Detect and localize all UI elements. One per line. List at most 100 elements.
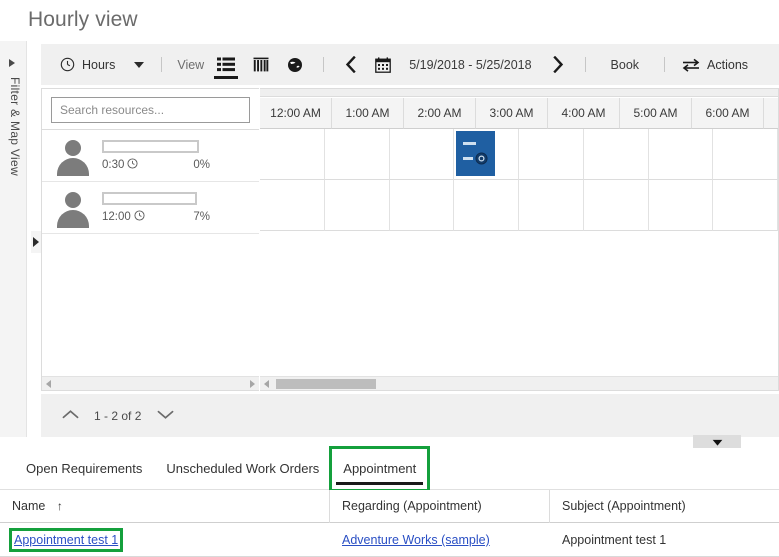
date-picker-button[interactable] xyxy=(367,44,399,85)
pager-range-label: 1 - 2 of 2 xyxy=(94,408,142,423)
resource-row[interactable]: 0:30 0% xyxy=(42,130,259,182)
resource-name-redacted xyxy=(102,191,197,205)
calendar-cell[interactable] xyxy=(713,180,778,231)
column-header-regarding[interactable]: Regarding (Appointment) xyxy=(330,490,550,523)
person-avatar-icon xyxy=(53,136,93,176)
view-mode-list-button[interactable] xyxy=(208,44,244,85)
calendar-cell[interactable] xyxy=(583,180,649,231)
calendar-cell[interactable] xyxy=(454,180,519,231)
view-mode-map-button[interactable] xyxy=(278,44,312,85)
hour-header-cell: 1:00 AM xyxy=(332,98,404,129)
table-row[interactable]: Appointment test 1 Adventure Works (samp… xyxy=(0,523,779,557)
appointment-badge-icon xyxy=(475,152,488,165)
resource-utilization: 7% xyxy=(193,210,210,223)
calendar-cell[interactable] xyxy=(519,180,584,231)
chevron-down-icon xyxy=(157,407,174,425)
gantt-columns-icon xyxy=(253,57,269,72)
chevron-right-icon xyxy=(552,56,564,73)
resource-hours-value: 12:00 xyxy=(102,210,131,223)
grid-header-row: Name ↑ Regarding (Appointment) Subject (… xyxy=(0,490,779,523)
calendar-row xyxy=(260,180,778,231)
column-header-label: Regarding (Appointment) xyxy=(342,499,482,513)
calendar-cell[interactable] xyxy=(324,180,390,231)
calendar-cell[interactable] xyxy=(648,129,714,180)
calendar-cell[interactable] xyxy=(324,129,390,180)
resource-hours-value: 0:30 xyxy=(102,158,125,171)
resources-list: 0:30 0% 12:00 7% xyxy=(42,130,259,376)
scroll-right-icon[interactable] xyxy=(250,380,255,388)
pager-previous-button[interactable] xyxy=(54,400,86,432)
collapse-resources-handle[interactable] xyxy=(31,231,41,253)
calendar-cell[interactable] xyxy=(260,129,325,180)
calendar-cell[interactable] xyxy=(648,180,714,231)
person-avatar-icon xyxy=(53,188,93,228)
actions-label: Actions xyxy=(707,57,749,72)
calendar-cell[interactable] xyxy=(454,129,519,180)
view-mode-gantt-button[interactable] xyxy=(244,44,278,85)
calendar-cell[interactable] xyxy=(713,129,778,180)
hour-header-cell: 4:00 AM xyxy=(548,98,620,129)
column-header-label: Subject (Appointment) xyxy=(562,499,686,513)
hours-unit-dropdown[interactable] xyxy=(122,44,150,85)
calendar-horizontal-scrollbar[interactable] xyxy=(260,376,778,390)
toolbar-divider-3 xyxy=(584,57,586,72)
book-button[interactable]: Book xyxy=(597,44,654,85)
calendar-cell[interactable] xyxy=(389,129,455,180)
tab-unscheduled-work-orders[interactable]: Unscheduled Work Orders xyxy=(154,448,331,490)
cell-name: Appointment test 1 xyxy=(0,523,330,557)
hours-unit-selector[interactable]: Hours xyxy=(53,44,122,85)
clock-icon xyxy=(127,157,138,172)
appointments-grid: Name ↑ Regarding (Appointment) Subject (… xyxy=(0,490,779,557)
scroll-left-icon[interactable] xyxy=(264,380,269,388)
scheduler-toolbar: Hours View 5/19/2018 - 5/25/2018 Book Ac… xyxy=(41,44,779,85)
appointment-name-link[interactable]: Appointment test 1 xyxy=(8,528,124,552)
calendar-row xyxy=(260,129,778,180)
clock-icon xyxy=(134,209,145,224)
scroll-thumb[interactable] xyxy=(276,379,376,389)
sort-ascending-icon: ↑ xyxy=(56,499,63,513)
resource-meta: 12:00 7% xyxy=(102,191,212,224)
chevron-left-icon xyxy=(345,56,357,73)
scroll-left-icon[interactable] xyxy=(46,380,51,388)
tab-appointment[interactable]: Appointment xyxy=(329,445,431,492)
calendar-top-strip xyxy=(260,89,778,97)
calendar-cell[interactable] xyxy=(260,180,325,231)
bottom-tabs: Open Requirements Unscheduled Work Order… xyxy=(0,445,779,492)
toolbar-divider xyxy=(161,57,163,72)
appointment-block[interactable] xyxy=(456,131,496,176)
resource-hours: 12:00 xyxy=(102,209,145,224)
column-header-name[interactable]: Name ↑ xyxy=(0,490,330,523)
hour-header-cell: 12:00 AM xyxy=(260,98,332,129)
column-header-label: Name xyxy=(12,499,46,513)
date-range-text[interactable]: 5/19/2018 - 5/25/2018 xyxy=(399,44,541,85)
calendar-cell[interactable] xyxy=(389,180,455,231)
hour-header-cell: 3:00 AM xyxy=(476,98,548,129)
calendar-cell[interactable] xyxy=(519,129,584,180)
column-header-subject[interactable]: Subject (Appointment) xyxy=(550,490,779,523)
clock-icon xyxy=(60,57,75,72)
resources-horizontal-scrollbar[interactable] xyxy=(42,376,259,390)
triangle-right-icon[interactable] xyxy=(9,59,15,67)
resource-meta: 0:30 0% xyxy=(102,139,212,172)
search-resources-input[interactable] xyxy=(51,97,250,123)
calendar-grid xyxy=(260,129,778,231)
previous-period-button[interactable] xyxy=(335,44,367,85)
triangle-right-icon xyxy=(33,237,39,247)
pager-next-button[interactable] xyxy=(149,400,181,432)
tab-open-requirements[interactable]: Open Requirements xyxy=(14,448,154,490)
resource-row[interactable]: 12:00 7% xyxy=(42,182,259,234)
actions-button[interactable]: Actions xyxy=(676,44,754,85)
resources-panel: 0:30 0% xyxy=(41,88,259,391)
caret-down-icon xyxy=(134,61,145,68)
filter-map-view-rail[interactable]: Filter & Map View xyxy=(0,41,27,437)
calendar-cell[interactable] xyxy=(583,129,649,180)
tab-label: Appointment xyxy=(343,460,417,476)
hourly-view-page: Hourly view Filter & Map View Hours View xyxy=(0,0,779,557)
collapse-board-handle[interactable] xyxy=(693,435,741,448)
resource-stats: 0:30 0% xyxy=(102,157,210,172)
tab-label: Unscheduled Work Orders xyxy=(166,460,320,476)
next-period-button[interactable] xyxy=(542,44,574,85)
resources-search-container xyxy=(42,89,259,130)
list-view-icon xyxy=(217,57,236,72)
regarding-link[interactable]: Adventure Works (sample) xyxy=(342,533,490,547)
